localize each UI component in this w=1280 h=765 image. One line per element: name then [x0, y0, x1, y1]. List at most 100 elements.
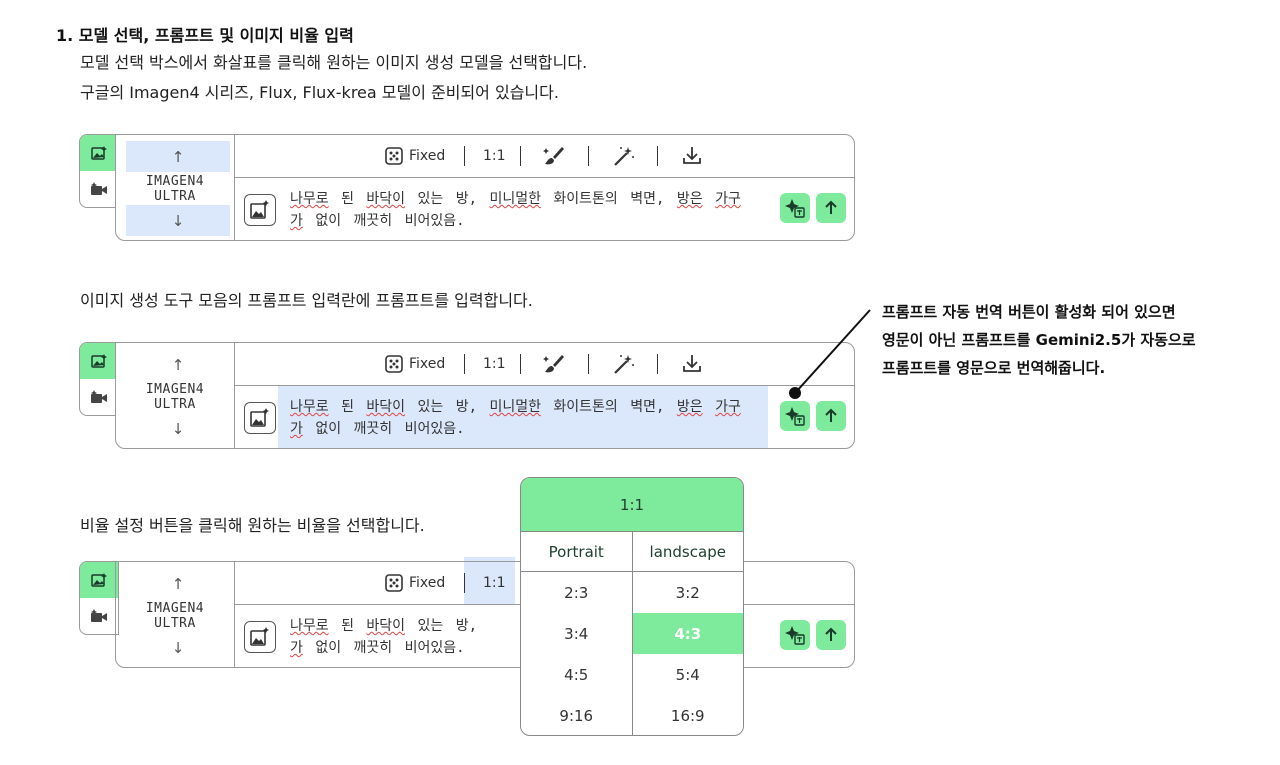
ratio-option[interactable]: 3:2: [633, 572, 744, 613]
arrow-up-icon: [825, 627, 837, 641]
prompt-input[interactable]: 나무로 된 바닥이 있는 방, 미니멀한 화이트톤의 벽면, 방은 가구 가 없…: [278, 386, 768, 448]
image-mode-tab[interactable]: [80, 562, 118, 598]
seed-fixed-button[interactable]: Fixed: [385, 147, 445, 165]
seed-fixed-button[interactable]: Fixed: [385, 574, 445, 592]
ratio-option[interactable]: 16:9: [633, 695, 744, 735]
reference-image-button[interactable]: [244, 402, 276, 434]
magic-enhance-button[interactable]: [613, 353, 635, 379]
toolbar-divider: [588, 354, 589, 374]
model-name: IMAGEN4 ULTRA: [145, 601, 205, 631]
mode-tabs: [79, 342, 119, 416]
toolbar-divider: [520, 354, 521, 374]
model-name: IMAGEN4 ULTRA: [145, 382, 205, 412]
image-generation-panel-2: ↑ IMAGEN4 ULTRA ↓ Fixed 1:1 나무로 된 바닥이 있는…: [79, 342, 855, 450]
dice-icon: [385, 355, 403, 373]
ratio-button[interactable]: 1:1: [483, 356, 506, 372]
section-heading: 1. 모델 선택, 프롬프트 및 이미지 비율 입력: [56, 26, 354, 45]
style-brush-button[interactable]: [543, 145, 565, 171]
video-mode-tab[interactable]: [80, 379, 118, 415]
toolbar-divider: [464, 146, 465, 166]
portrait-column: Portrait 2:3 3:4 4:5 9:16: [521, 532, 632, 735]
video-camera-icon: [91, 182, 107, 195]
download-button[interactable]: [682, 353, 702, 377]
dice-icon: [385, 574, 403, 592]
image-mode-tab[interactable]: [80, 343, 118, 379]
model-next-button[interactable]: ↓: [126, 632, 230, 663]
translate-sparkle-icon: [785, 626, 805, 645]
model-selector: ↑ IMAGEN4 ULTRA ↓: [116, 135, 235, 240]
generation-box: ↑ IMAGEN4 ULTRA ↓ Fixed 1:1 나무로 된 바닥이 있는…: [115, 134, 855, 241]
prompt-input[interactable]: 나무로 된 바닥이 있는 방, 미니멀한 화이트톤의 벽면, 방은 가구 가 없…: [278, 178, 768, 240]
mode-tabs: [79, 561, 119, 635]
download-button[interactable]: [682, 145, 702, 169]
translate-callout: 프롬프트 자동 번역 버튼이 활성화 되어 있으면 영문이 아닌 프롬프트를 G…: [882, 303, 1196, 377]
callout-pointer: [789, 309, 871, 399]
generation-box: ↑ IMAGEN4 ULTRA ↓ Fixed 1:1 나무로 된 바닥이 있는…: [115, 561, 855, 668]
toolbar-divider: [520, 146, 521, 166]
portrait-header: Portrait: [521, 532, 632, 572]
image-add-icon: [250, 200, 269, 219]
landscape-header: landscape: [632, 532, 743, 572]
ratio-dropdown: 1:1 Portrait 2:3 3:4 4:5 9:16 landscape …: [520, 477, 744, 736]
reference-image-button[interactable]: [244, 194, 276, 226]
arrow-up-icon: [825, 200, 837, 214]
prompt-row: 나무로 된 바닥이 있는 방, 미니멀한 화이트톤의 벽면, 방은 가구 가 없…: [235, 386, 854, 448]
model-next-button[interactable]: ↓: [126, 413, 230, 444]
model-name: IMAGEN4 ULTRA: [145, 174, 205, 204]
ratio-option[interactable]: 5:4: [633, 654, 744, 695]
arrow-up-icon: ↑: [171, 147, 185, 166]
arrow-up-icon: ↑: [171, 574, 185, 593]
instruction-model-select: 모델 선택 박스에서 화살표를 클릭해 원하는 이미지 생성 모델을 선택합니다…: [80, 53, 588, 72]
magic-wand-icon: [614, 147, 634, 166]
toolbar: Fixed 1:1: [235, 343, 854, 386]
ratio-option[interactable]: 2:3: [521, 572, 632, 613]
image-generation-panel-1: ↑ IMAGEN4 ULTRA ↓ Fixed 1:1 나무로 된 바닥이 있는…: [79, 134, 855, 242]
model-prev-button[interactable]: ↑: [126, 141, 230, 172]
ratio-button[interactable]: 1:1: [483, 148, 506, 164]
toolbar-divider: [464, 354, 465, 374]
toolbar: Fixed 1:1: [235, 135, 854, 178]
ratio-dropdown-current[interactable]: 1:1: [521, 478, 743, 532]
ratio-option[interactable]: 4:5: [521, 654, 632, 695]
dice-icon: [385, 147, 403, 165]
ratio-option[interactable]: 9:16: [521, 695, 632, 735]
image-sparkle-icon: [91, 573, 107, 587]
translate-sparkle-icon: [785, 199, 805, 218]
image-sparkle-icon: [91, 354, 107, 368]
generation-box: ↑ IMAGEN4 ULTRA ↓ Fixed 1:1 나무로 된 바닥이 있는…: [115, 342, 855, 449]
seed-fixed-button[interactable]: Fixed: [385, 355, 445, 373]
instruction-ratio: 비율 설정 버튼을 클릭해 원하는 비율을 선택합니다.: [80, 516, 425, 535]
model-selector: ↑ IMAGEN4 ULTRA ↓: [116, 343, 235, 448]
auto-translate-button[interactable]: [780, 620, 810, 650]
toolbar-divider: [657, 354, 658, 374]
arrow-down-icon: ↓: [171, 638, 185, 657]
video-camera-icon: [91, 609, 107, 622]
image-add-icon: [250, 408, 269, 427]
generate-button[interactable]: [816, 620, 846, 650]
model-selector: ↑ IMAGEN4 ULTRA ↓: [116, 562, 235, 667]
auto-translate-button[interactable]: [780, 193, 810, 223]
generate-button[interactable]: [816, 193, 846, 223]
video-mode-tab[interactable]: [80, 171, 118, 207]
style-brush-button[interactable]: [543, 353, 565, 379]
magic-wand-icon: [614, 355, 634, 374]
toolbar-divider: [464, 573, 465, 593]
prompt-text: 나무로 된 바닥이 있는 방, 미니멀한 화이트톤의 벽면, 방은 가구 가 없…: [290, 191, 741, 229]
image-mode-tab[interactable]: [80, 135, 118, 171]
image-sparkle-icon: [91, 146, 107, 160]
paint-brush-icon: [543, 355, 564, 373]
ratio-button[interactable]: 1:1: [483, 575, 506, 591]
magic-enhance-button[interactable]: [613, 145, 635, 171]
paint-brush-icon: [543, 147, 564, 165]
instruction-model-list: 구글의 Imagen4 시리즈, Flux, Flux-krea 모델이 준비되…: [80, 83, 559, 102]
model-next-button[interactable]: ↓: [126, 205, 230, 236]
image-add-icon: [250, 627, 269, 646]
mode-tabs: [79, 134, 119, 208]
reference-image-button[interactable]: [244, 621, 276, 653]
arrow-down-icon: ↓: [171, 211, 185, 230]
ratio-option-selected[interactable]: 4:3: [632, 613, 743, 654]
video-mode-tab[interactable]: [80, 598, 118, 634]
model-prev-button[interactable]: ↑: [126, 349, 230, 380]
model-prev-button[interactable]: ↑: [126, 568, 230, 599]
ratio-option[interactable]: 3:4: [521, 613, 632, 654]
